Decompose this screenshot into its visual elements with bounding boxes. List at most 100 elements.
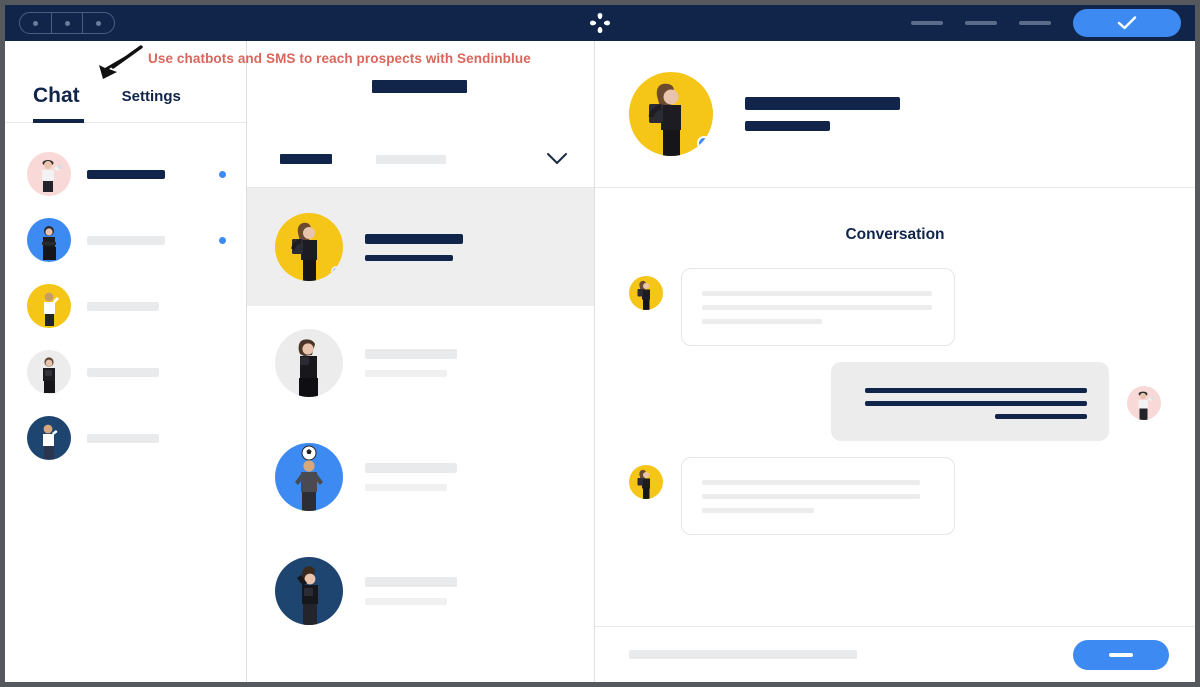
- message-line: [702, 508, 814, 513]
- conversation-preview-placeholder: [365, 370, 447, 377]
- message-line: [865, 388, 1087, 393]
- avatar-person-hat: [27, 152, 71, 196]
- sidebar-contact-3[interactable]: [5, 273, 246, 339]
- top-bar: [5, 5, 1195, 41]
- app-body: Chat Settings Conversation: [5, 41, 1195, 682]
- annotation-text: Use chatbots and SMS to reach prospects …: [148, 51, 531, 66]
- avatar-person-tablet: [27, 350, 71, 394]
- conversation-contact-status-placeholder: [745, 121, 830, 131]
- avatar-woman-tablet: [629, 276, 663, 310]
- tab-chat-label: Chat: [33, 84, 80, 107]
- contact-name-placeholder: [87, 367, 159, 377]
- dot-icon: [32, 20, 38, 26]
- sidebar: Chat Settings: [5, 41, 247, 682]
- avatar-person-hat: [1127, 386, 1161, 420]
- conversation-preview-placeholder: [365, 254, 453, 261]
- conversation-item-3[interactable]: [247, 420, 594, 534]
- contact-name-placeholder: [87, 301, 159, 311]
- top-bar-actions: [911, 9, 1181, 37]
- avatar-woman-tablet: [629, 465, 663, 499]
- nav-item-1[interactable]: [911, 21, 943, 25]
- send-button[interactable]: [1073, 639, 1169, 670]
- avatar-person-arms-crossed: [27, 218, 71, 262]
- unread-indicator: [219, 170, 226, 178]
- message-line: [702, 319, 822, 324]
- conversation-label: Conversation: [845, 226, 945, 243]
- check-icon: [1117, 16, 1137, 30]
- sidebar-contact-5[interactable]: [5, 405, 246, 471]
- contact-lines: [87, 169, 203, 179]
- window-controls[interactable]: [19, 12, 115, 34]
- conversation-header: [595, 41, 1195, 188]
- message-line: [702, 494, 920, 499]
- contact-name-placeholder: [87, 169, 165, 179]
- contact-name-placeholder: [87, 433, 159, 443]
- conversation-item-lines: [365, 349, 457, 377]
- conversation-item-2[interactable]: [247, 306, 594, 420]
- message-input[interactable]: [629, 650, 857, 659]
- online-indicator: [331, 266, 342, 277]
- message-outgoing-1: [629, 362, 1161, 441]
- window-control-1[interactable]: [20, 13, 52, 33]
- message-bubble-incoming: [681, 457, 955, 535]
- avatar-woman-tablet: [629, 72, 713, 156]
- conversation-header-lines: [745, 97, 900, 131]
- conversation-contact-name-placeholder: [745, 97, 900, 110]
- filter-label-placeholder: [280, 154, 332, 164]
- online-indicator: [697, 136, 711, 150]
- nav-item-3[interactable]: [1019, 21, 1051, 25]
- contact-lines: [87, 301, 226, 311]
- message-line: [995, 414, 1087, 419]
- unread-indicator: [219, 236, 226, 244]
- conversation-title-placeholder: [365, 577, 457, 587]
- message-incoming-1: [629, 268, 1161, 346]
- avatar-woman-short-hair: [275, 329, 343, 397]
- nav-item-2[interactable]: [965, 21, 997, 25]
- conversation-preview-placeholder: [365, 484, 447, 491]
- message-bubble-outgoing: [831, 362, 1109, 441]
- contact-lines: [87, 367, 226, 377]
- sidebar-contact-2[interactable]: [5, 207, 246, 273]
- conversation-preview-placeholder: [365, 598, 447, 605]
- conversation-panel: Conversation: [595, 41, 1195, 682]
- sidebar-contact-4[interactable]: [5, 339, 246, 405]
- primary-cta-button[interactable]: [1073, 9, 1181, 37]
- conversation-item-1[interactable]: [247, 188, 594, 306]
- avatar-woman-tablet: [275, 213, 343, 281]
- conversation-title-placeholder: [365, 349, 457, 359]
- chevron-down-icon[interactable]: [546, 152, 568, 166]
- send-dash-icon: [1109, 652, 1133, 657]
- contact-lines: [87, 433, 226, 443]
- message-bubble-incoming: [681, 268, 955, 346]
- conversation-title-placeholder: [365, 233, 463, 244]
- filter-row[interactable]: [247, 131, 594, 187]
- window-control-2[interactable]: [52, 13, 84, 33]
- contact-name-placeholder: [87, 235, 165, 245]
- conversation-item-lines: [365, 577, 457, 605]
- tab-chat[interactable]: Chat: [33, 84, 84, 123]
- conversation-thread: Conversation: [595, 188, 1195, 626]
- dot-icon: [96, 20, 102, 26]
- message-line: [702, 305, 932, 310]
- avatar-person-salute: [27, 416, 71, 460]
- message-line: [702, 480, 920, 485]
- message-line: [702, 291, 932, 296]
- filter-value-placeholder: [376, 154, 446, 164]
- sidebar-contact-1[interactable]: [5, 141, 246, 207]
- message-line: [865, 401, 1087, 406]
- app-window: Chat Settings Conversation Use chatbots …: [0, 0, 1200, 687]
- avatar-woman-arm-raised: [275, 557, 343, 625]
- message-incoming-2: [629, 457, 1161, 535]
- window-control-3[interactable]: [83, 13, 114, 33]
- sendinblue-pinwheel-logo-icon: [590, 13, 610, 33]
- conversation-items: [247, 188, 594, 682]
- tab-settings[interactable]: Settings: [122, 88, 181, 122]
- contact-list: [5, 123, 246, 471]
- conversation-title-placeholder: [365, 463, 457, 473]
- avatar-man-football: [275, 443, 343, 511]
- tab-settings-label: Settings: [121, 88, 181, 105]
- conversation-item-lines: [365, 233, 463, 261]
- conversation-item-4[interactable]: [247, 534, 594, 648]
- avatar-person-white-tee: [27, 284, 71, 328]
- message-composer: [595, 626, 1195, 682]
